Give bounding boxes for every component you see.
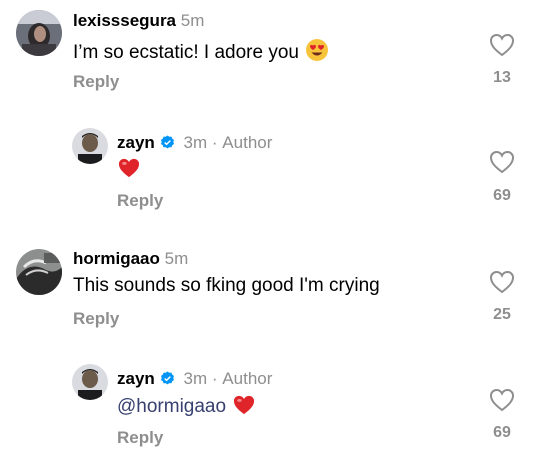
comment-body: This sounds so fking good I'm crying <box>73 275 380 296</box>
username[interactable]: lexisssegura <box>73 11 176 30</box>
like-heart-icon[interactable] <box>489 388 515 412</box>
author-label: Author <box>222 133 273 152</box>
heart-eyes-emoji-icon <box>305 38 329 68</box>
reply-button[interactable]: Reply <box>73 72 119 92</box>
comment-text: @hormigaao <box>117 394 256 422</box>
separator: · <box>211 133 218 152</box>
avatar[interactable] <box>72 364 108 400</box>
comment-text <box>117 157 141 185</box>
username[interactable]: zayn <box>117 133 155 152</box>
avatar[interactable] <box>16 10 62 56</box>
comment-body: I’m so ecstatic! I adore you <box>73 42 299 63</box>
like-count: 13 <box>493 69 511 86</box>
author-label: Author <box>222 369 273 388</box>
reply-button[interactable]: Reply <box>117 428 163 448</box>
like-count: 25 <box>493 306 511 323</box>
username[interactable]: hormigaao <box>73 249 160 268</box>
like-heart-icon[interactable] <box>489 33 515 57</box>
timestamp: 3m <box>183 133 208 152</box>
separator: · <box>211 369 218 388</box>
verified-badge-icon <box>160 371 175 386</box>
username[interactable]: zayn <box>117 369 155 388</box>
like-count: 69 <box>493 424 511 441</box>
avatar[interactable] <box>72 128 108 164</box>
reply-button[interactable]: Reply <box>117 191 163 211</box>
timestamp: 5m <box>180 11 205 30</box>
like-count: 69 <box>493 187 511 204</box>
timestamp: 3m <box>183 369 208 388</box>
red-heart-emoji-icon <box>117 157 141 185</box>
reply-button[interactable]: Reply <box>73 309 119 329</box>
like-heart-icon[interactable] <box>489 270 515 294</box>
avatar[interactable] <box>16 249 62 295</box>
comment-text: This sounds so fking good I'm crying <box>73 275 380 297</box>
timestamp: 5m <box>164 249 189 268</box>
mention-link[interactable]: @hormigaao <box>117 396 226 417</box>
verified-badge-icon <box>160 135 175 150</box>
red-heart-emoji-icon <box>232 394 256 422</box>
comment-text: I’m so ecstatic! I adore you <box>73 38 329 68</box>
like-heart-icon[interactable] <box>489 150 515 174</box>
